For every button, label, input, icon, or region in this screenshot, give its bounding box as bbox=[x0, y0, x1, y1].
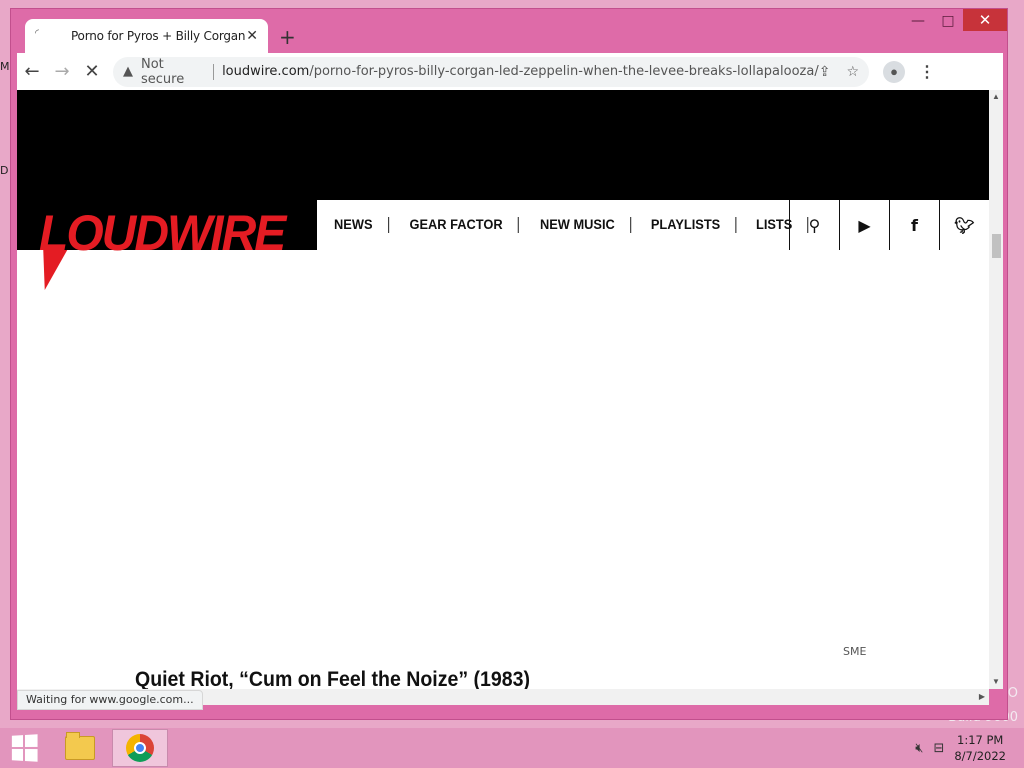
window-controls: — □ ✕ bbox=[903, 9, 1007, 35]
forward-button[interactable]: → bbox=[47, 57, 77, 87]
scroll-down-icon[interactable]: ▼ bbox=[989, 675, 1003, 689]
clock-time: 1:17 PM bbox=[957, 733, 1004, 747]
page-viewport: LOUDWIRE NEWS GEAR FACTOR NEW MUSIC PLAY… bbox=[17, 90, 989, 689]
warning-icon[interactable]: ▲ bbox=[123, 64, 133, 79]
maximize-button[interactable]: □ bbox=[933, 9, 963, 33]
tab-title: Porno for Pyros + Billy Corgan Co bbox=[70, 29, 247, 43]
back-button[interactable]: ← bbox=[17, 57, 47, 87]
chrome-taskbar-button[interactable] bbox=[112, 729, 168, 767]
profile-avatar-icon[interactable]: ● bbox=[883, 60, 905, 83]
start-button[interactable] bbox=[0, 728, 48, 768]
nav-news[interactable]: NEWS bbox=[319, 217, 389, 233]
close-window-button[interactable]: ✕ bbox=[963, 9, 1007, 31]
url-path: /porno-for-pyros-billy-corgan-led-zeppel… bbox=[309, 64, 819, 79]
menu-kebab-icon[interactable]: ⋮ bbox=[919, 62, 935, 82]
twitter-icon[interactable]: 🐦︎ bbox=[939, 200, 989, 250]
share-icon[interactable]: ⇪ bbox=[819, 64, 831, 80]
address-bar[interactable]: ▲ Not secure loudwire.com/porno-for-pyro… bbox=[113, 56, 869, 87]
nav-gear-factor[interactable]: GEAR FACTOR bbox=[394, 217, 519, 233]
url-text[interactable]: loudwire.com/porno-for-pyros-billy-corga… bbox=[222, 64, 819, 79]
taskbar: 🔇︎ ⊟ 1:17 PM 8/7/2022 bbox=[0, 728, 1024, 768]
desktop-icon-label: M bbox=[0, 60, 10, 73]
ad-banner bbox=[17, 90, 989, 200]
bookmark-star-icon[interactable]: ☆ bbox=[846, 64, 859, 80]
minimize-button[interactable]: — bbox=[903, 9, 933, 33]
article-headline: Quiet Riot, “Cum on Feel the Noize” (198… bbox=[135, 668, 530, 689]
search-icon[interactable]: ⚲ bbox=[789, 200, 839, 250]
scroll-right-icon[interactable]: ▶ bbox=[975, 689, 989, 705]
network-icon[interactable]: ⊟ bbox=[933, 741, 944, 756]
url-host: loudwire.com bbox=[222, 64, 310, 79]
chrome-icon bbox=[126, 734, 154, 762]
vertical-scrollbar[interactable]: ▲ ▼ bbox=[989, 90, 1003, 689]
nav-new-music[interactable]: NEW MUSIC bbox=[524, 217, 631, 233]
volume-muted-icon[interactable]: 🔇︎ bbox=[915, 741, 923, 756]
windows-logo-icon bbox=[11, 734, 38, 762]
status-bubble: Waiting for www.google.com... bbox=[17, 690, 203, 710]
clock-date: 8/7/2022 bbox=[954, 749, 1006, 763]
youtube-icon[interactable]: ▶ bbox=[839, 200, 889, 250]
file-explorer-button[interactable] bbox=[52, 729, 108, 767]
facebook-icon[interactable]: f bbox=[889, 200, 939, 250]
new-tab-button[interactable]: + bbox=[279, 25, 296, 49]
site-logo[interactable]: LOUDWIRE bbox=[39, 205, 286, 263]
tab-close-icon[interactable]: ✕ bbox=[246, 28, 258, 44]
loading-spinner-icon: ◜ bbox=[35, 28, 39, 39]
nav-playlists[interactable]: PLAYLISTS bbox=[636, 217, 737, 233]
desktop-icon-label: D bbox=[0, 164, 9, 177]
folder-icon bbox=[65, 732, 95, 760]
browser-tab[interactable]: ◜ Porno for Pyros + Billy Corgan Co ✕ bbox=[25, 19, 268, 53]
clock[interactable]: 1:17 PM 8/7/2022 bbox=[954, 732, 1006, 764]
scroll-up-icon[interactable]: ▲ bbox=[989, 90, 1003, 104]
image-credit: SME bbox=[843, 645, 867, 658]
scroll-thumb[interactable] bbox=[992, 234, 1001, 258]
site-nav: NEWS GEAR FACTOR NEW MUSIC PLAYLISTS LIS… bbox=[317, 200, 989, 250]
browser-window: — □ ✕ ◜ Porno for Pyros + Billy Corgan C… bbox=[10, 8, 1008, 720]
security-status[interactable]: Not secure bbox=[141, 57, 205, 87]
stop-loading-button[interactable]: ✕ bbox=[77, 57, 107, 87]
system-tray: 🔇︎ ⊟ 1:17 PM 8/7/2022 bbox=[915, 732, 1024, 764]
omnibox-divider bbox=[213, 63, 215, 80]
watermark-text: O bbox=[1007, 686, 1018, 701]
browser-toolbar: ← → ✕ ▲ Not secure loudwire.com/porno-fo… bbox=[17, 53, 1003, 90]
